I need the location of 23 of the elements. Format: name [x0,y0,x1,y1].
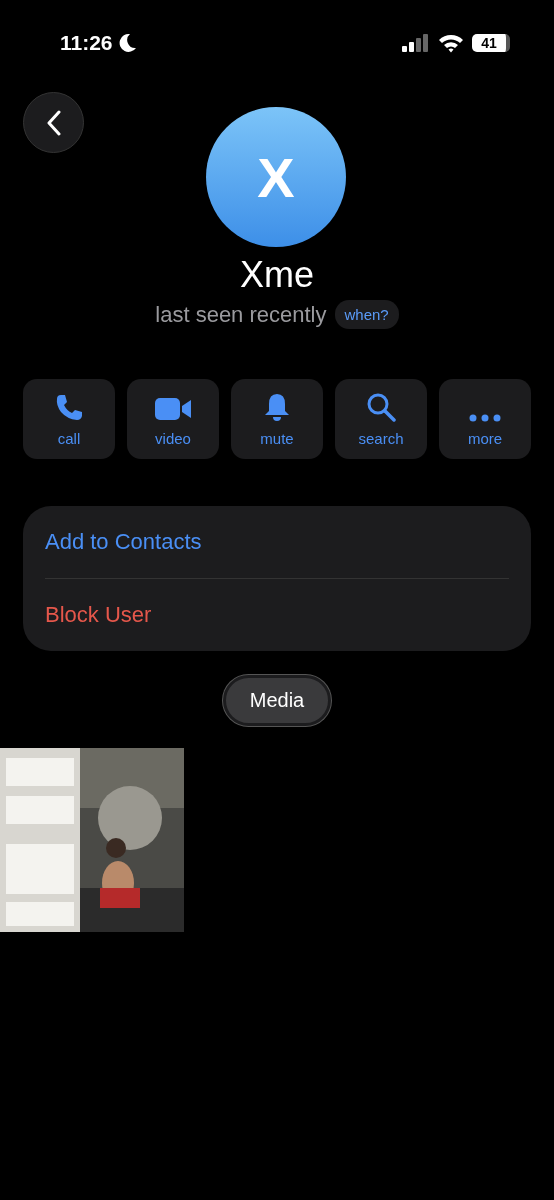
when-button[interactable]: when? [334,300,399,329]
block-user-button[interactable]: Block User [45,579,509,651]
moon-icon [118,33,137,53]
avatar: X [206,107,346,247]
wifi-icon [438,33,464,53]
battery-indicator: 41 [472,34,510,52]
more-icon [469,414,501,422]
signal-icon [402,34,430,52]
status-time: 11:26 [60,31,113,55]
media-tab[interactable]: Media [222,675,332,726]
more-button[interactable]: more [439,379,531,459]
video-button[interactable]: video [127,379,219,459]
search-button[interactable]: search [335,379,427,459]
back-icon [46,109,61,136]
bell-icon [263,392,291,422]
phone-icon [54,392,84,422]
search-icon [366,392,396,422]
contact-name: Xme [239,254,315,296]
video-camera-icon [154,396,192,422]
add-contact-button[interactable]: Add to Contacts [45,506,509,578]
mute-button[interactable]: mute [231,379,323,459]
last-seen-text: last seen recently [155,301,327,328]
call-button[interactable]: call [23,379,115,459]
